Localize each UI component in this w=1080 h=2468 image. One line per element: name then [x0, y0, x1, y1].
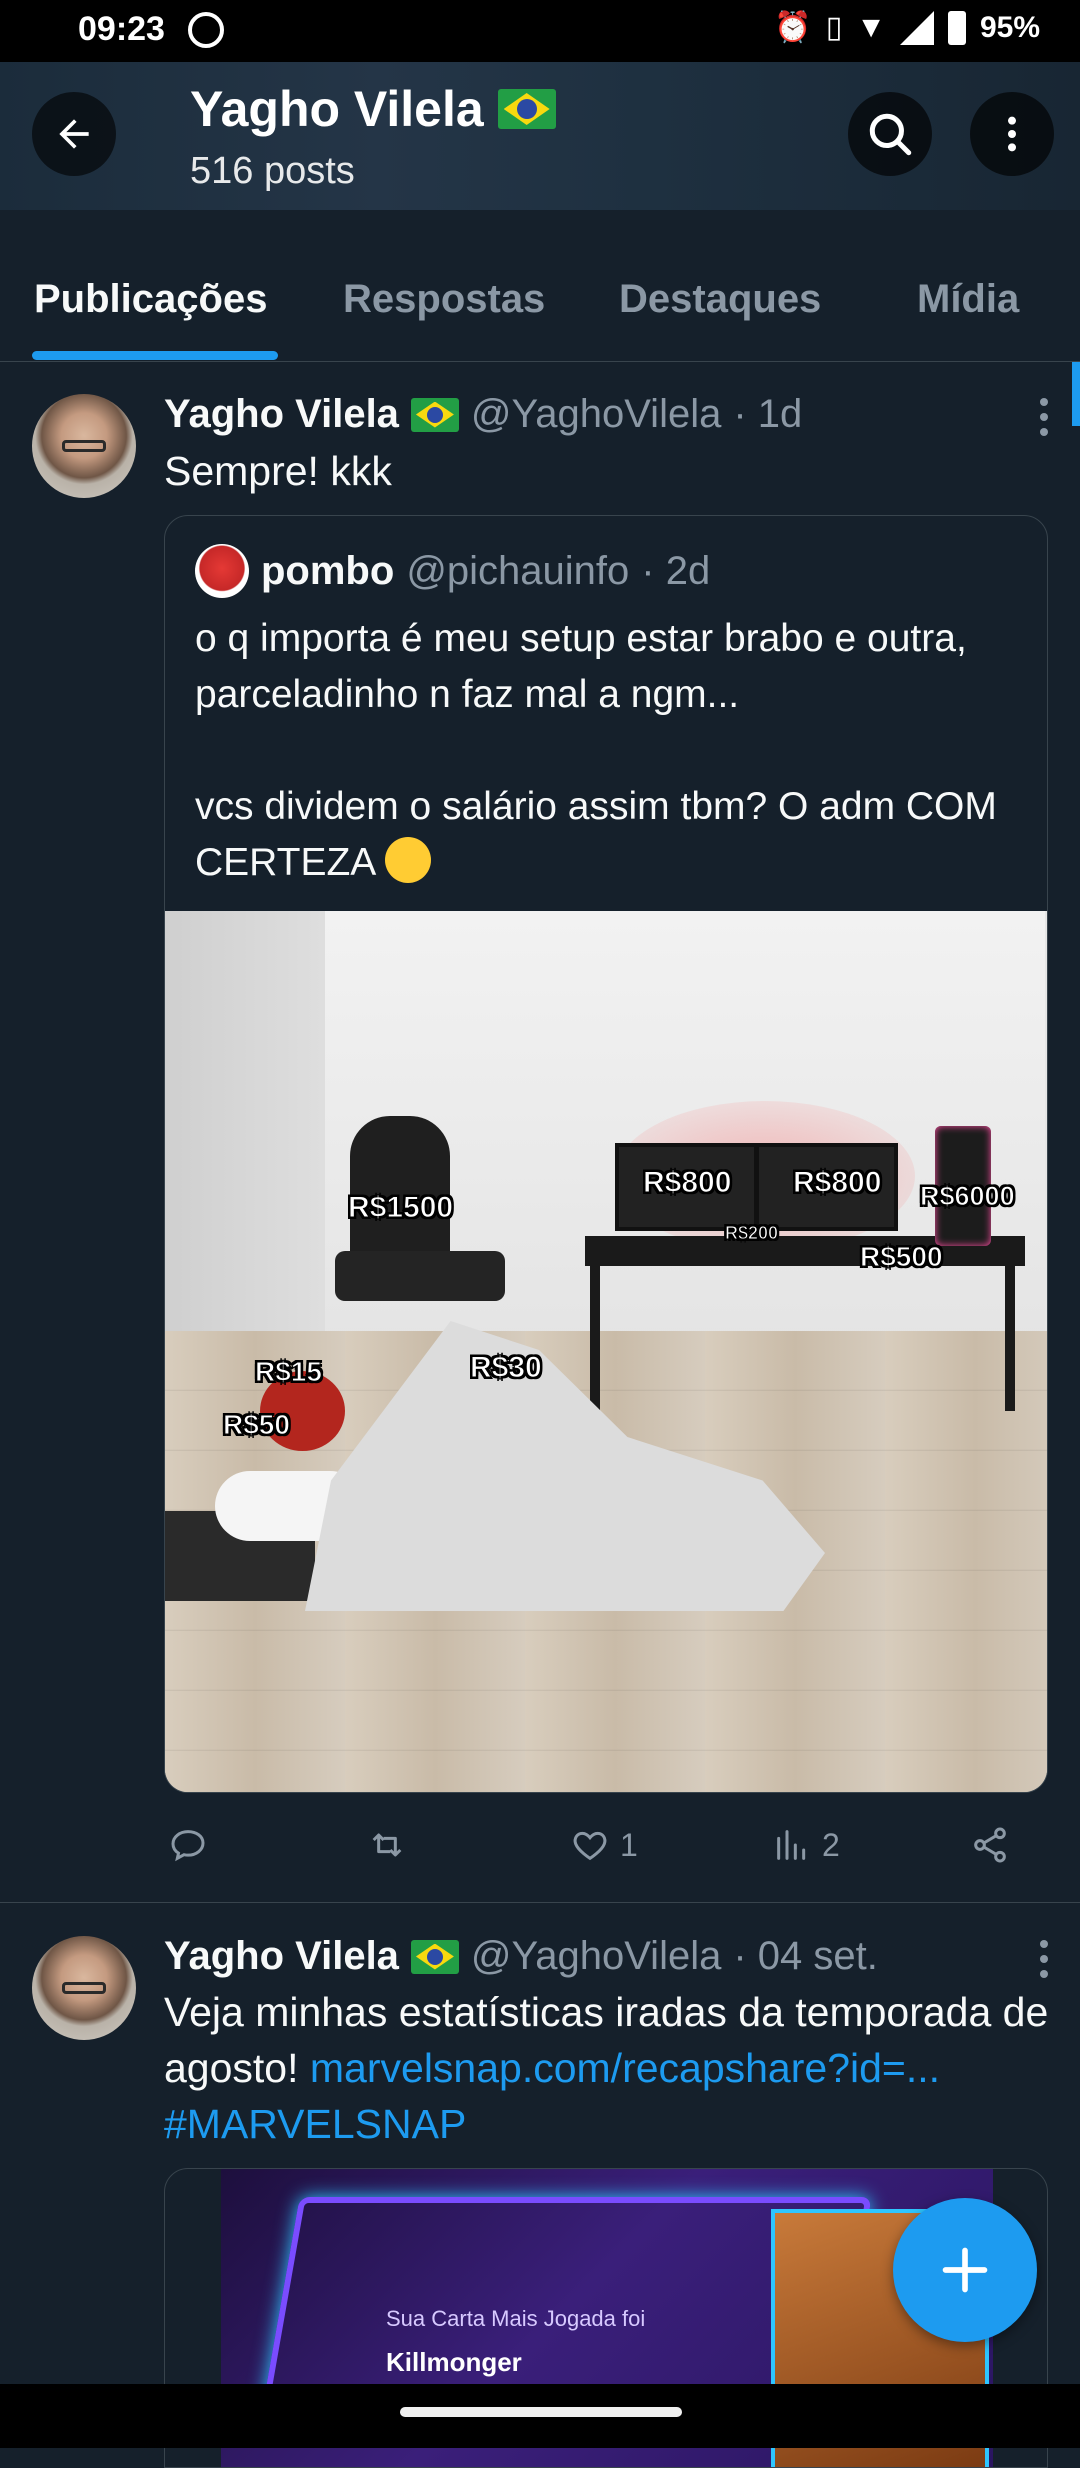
repost-icon	[372, 1833, 402, 1857]
more-dot-icon	[1040, 1955, 1048, 1963]
price-monitor-left: R$800	[642, 1166, 732, 1200]
quoted-avatar	[195, 544, 249, 598]
reply-icon	[171, 1830, 205, 1862]
shushing-face-emoji-icon	[385, 837, 431, 883]
wifi-icon: ▼	[856, 10, 886, 44]
profile-name: Yagho Vilela	[190, 80, 556, 138]
scroll-indicator	[1072, 362, 1080, 426]
quoted-post-header: pombo @pichauinfo · 2d	[195, 544, 710, 598]
avatar[interactable]	[32, 394, 136, 498]
quoted-text-paragraph-2-text: vcs dividem o salário assim tbm? O adm C…	[195, 785, 997, 884]
quoted-text-paragraph-1: o q importa é meu setup estar brabo e ou…	[195, 617, 967, 716]
search-icon	[869, 113, 912, 156]
post-more-button[interactable]	[1040, 398, 1050, 436]
post-text: Veja minhas estatísticas iradas da tempo…	[164, 1984, 1054, 2152]
price-monitor-right: R$800	[792, 1166, 882, 1200]
like-count: 1	[620, 1826, 638, 1863]
brazil-flag-icon	[410, 397, 459, 432]
more-dot-icon	[1040, 428, 1048, 436]
price-pillow: R$15	[255, 1356, 323, 1388]
author-name[interactable]: Yagho Vilela	[164, 392, 399, 437]
post-time: · 1d	[733, 392, 803, 436]
price-desk: R$500	[860, 1241, 944, 1273]
author-name[interactable]: Yagho Vilela	[164, 1934, 399, 1979]
author-handle: @YaghoVilela	[470, 392, 722, 436]
author-handle: @YaghoVilela	[470, 1934, 722, 1978]
repost-button[interactable]	[364, 1825, 420, 1865]
post-divider	[0, 1902, 1080, 1903]
setup-image[interactable]: R$1500 R$800 R$800 R$6000 R$200 R$500 R$…	[165, 911, 1047, 1792]
post-count: 516 posts	[190, 150, 355, 192]
quoted-author-name: pombo	[261, 548, 395, 593]
avatar[interactable]	[32, 1936, 136, 2040]
alarm-icon: ⏰	[774, 11, 812, 44]
navigation-bar	[0, 2384, 1080, 2448]
more-dot-icon	[1040, 398, 1048, 406]
quoted-post-time: · 2d	[641, 548, 711, 593]
quoted-text-paragraph-2: vcs dividem o salário assim tbm? O adm C…	[195, 779, 1015, 891]
scene-desk-leg	[590, 1261, 600, 1411]
post-header: Yagho Vilela @YaghoVilela · 1d	[164, 392, 802, 437]
price-pc: R$6000	[920, 1181, 1016, 1212]
profile-header: Yagho Vilela 516 posts	[0, 62, 1080, 210]
card-title: Killmonger	[386, 2347, 522, 2377]
plus-icon	[942, 2247, 988, 2293]
tab-destaques[interactable]: Destaques	[619, 277, 821, 322]
reply-button[interactable]	[168, 1825, 218, 1865]
share-icon	[974, 1827, 1006, 1863]
profile-name-text: Yagho Vilela	[190, 81, 484, 137]
post-more-button[interactable]	[1040, 1940, 1050, 1978]
status-bar: 09:23 ⏰ ▯ ▼ 95%	[0, 0, 1080, 62]
tab-midia[interactable]: Mídia	[917, 277, 1019, 322]
post-hashtag[interactable]: #MARVELSNAP	[164, 2101, 466, 2147]
quoted-post[interactable]: pombo @pichauinfo · 2d o q importa é meu…	[164, 515, 1048, 1793]
status-time: 09:23	[78, 10, 165, 48]
bar-chart-icon	[777, 1830, 806, 1860]
profile-tabs: Publicações Respostas Destaques Mídia	[0, 255, 1080, 362]
more-dot-icon	[1040, 1940, 1048, 1948]
price-keyboard: R$200	[724, 1223, 779, 1244]
share-button[interactable]	[970, 1825, 1010, 1865]
post-link[interactable]: marvelsnap.com/recapshare?id=...	[310, 2045, 940, 2091]
brazil-flag-icon	[497, 89, 556, 129]
search-button[interactable]	[848, 92, 932, 176]
post-text: Sempre! kkk	[164, 448, 392, 494]
tab-publicacoes[interactable]: Publicações	[34, 277, 267, 322]
card-caption: Sua Carta Mais Jogada foi	[386, 2306, 646, 2331]
whatsapp-icon	[188, 12, 224, 48]
more-dot-icon	[1040, 1970, 1048, 1978]
quoted-author-handle: @pichauinfo	[406, 548, 630, 593]
scene-desk-leg	[1005, 1261, 1015, 1411]
active-tab-indicator	[32, 351, 278, 360]
vibrate-icon: ▯	[825, 11, 843, 44]
more-options-button[interactable]	[970, 92, 1054, 176]
home-indicator[interactable]	[400, 2407, 682, 2417]
view-count: 2	[822, 1826, 840, 1863]
brazil-flag-icon	[410, 1939, 459, 1974]
views-button[interactable]: 2	[772, 1825, 840, 1865]
status-icons: ⏰ ▯ ▼ 95%	[774, 10, 1040, 45]
price-chair: R$1500	[347, 1191, 454, 1225]
scene-chair-seat	[335, 1251, 505, 1301]
back-button[interactable]	[32, 92, 116, 176]
arrow-left-icon	[59, 119, 89, 149]
post-time: · 04 set.	[733, 1934, 878, 1978]
more-dot-icon	[1040, 413, 1048, 421]
battery-icon	[947, 10, 966, 45]
compose-button[interactable]	[893, 2198, 1037, 2342]
like-button[interactable]: 1	[570, 1825, 638, 1865]
price-mattress: R$50	[223, 1409, 291, 1441]
signal-icon	[899, 10, 934, 45]
post-header: Yagho Vilela @YaghoVilela · 04 set.	[164, 1934, 878, 1979]
price-blanket: R$30	[470, 1351, 543, 1385]
tab-respostas[interactable]: Respostas	[343, 277, 545, 322]
more-vertical-icon	[1008, 116, 1016, 152]
heart-icon	[573, 1831, 607, 1861]
quoted-post-text: o q importa é meu setup estar brabo e ou…	[195, 611, 1015, 891]
post-actions: 1 2	[164, 1825, 1014, 1875]
battery-percent: 95%	[979, 10, 1040, 44]
